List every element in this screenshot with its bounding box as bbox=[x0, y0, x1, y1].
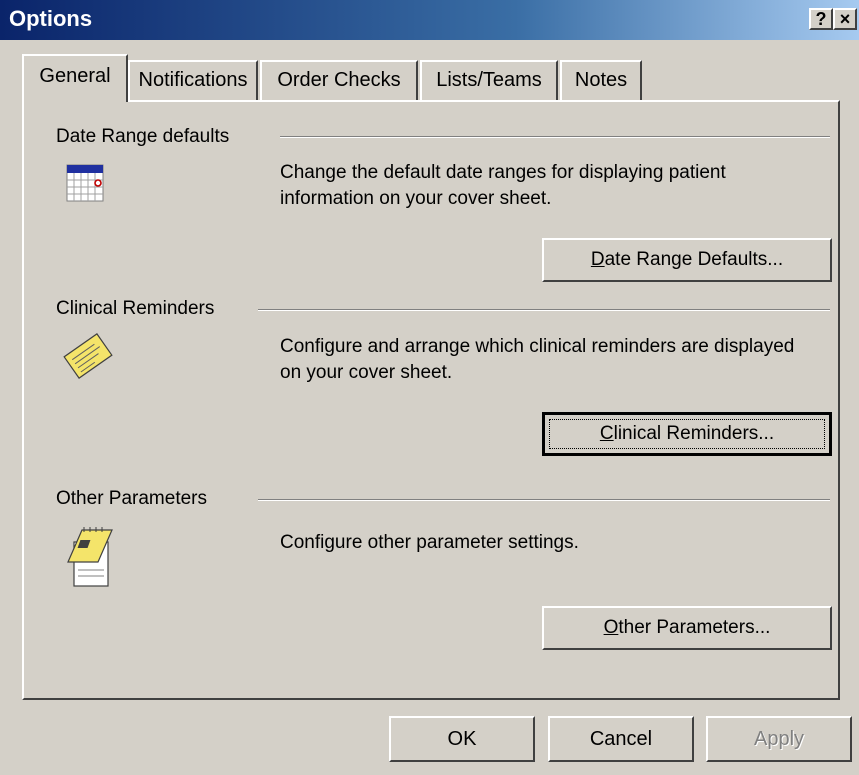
clinical-reminders-section-label: Clinical Reminders bbox=[56, 298, 215, 319]
title-bar[interactable]: Options ? × bbox=[0, 0, 859, 40]
ok-button[interactable]: OK bbox=[389, 716, 535, 762]
close-button[interactable]: × bbox=[833, 8, 857, 30]
tab-general[interactable]: General bbox=[22, 54, 128, 102]
help-button[interactable]: ? bbox=[809, 8, 833, 30]
other-parameters-section-label: Other Parameters bbox=[56, 488, 207, 509]
tab-lists-teams[interactable]: Lists/Teams bbox=[420, 60, 558, 100]
cancel-button[interactable]: Cancel bbox=[548, 716, 694, 762]
window-title: Options bbox=[9, 6, 93, 31]
section-divider bbox=[258, 309, 830, 311]
focus-rectangle bbox=[549, 419, 825, 449]
tab-order-checks[interactable]: Order Checks bbox=[260, 60, 418, 100]
date-range-section-label: Date Range defaults bbox=[56, 126, 230, 147]
button-label: ther Parameters... bbox=[618, 617, 771, 638]
access-key: D bbox=[590, 249, 605, 270]
apply-button[interactable]: Apply bbox=[706, 716, 852, 762]
other-parameters-description: Configure other parameter settings. bbox=[280, 532, 579, 553]
tab-notes[interactable]: Notes bbox=[560, 60, 642, 100]
section-divider bbox=[280, 136, 830, 138]
date-range-description: Change the default date ranges for displ… bbox=[280, 162, 726, 209]
access-key: O bbox=[603, 617, 619, 638]
options-dialog: Options ? × General Notifications Order … bbox=[0, 0, 859, 775]
section-divider bbox=[258, 499, 830, 501]
calendar-icon bbox=[66, 164, 106, 209]
clinical-reminders-button[interactable]: Clinical Reminders... bbox=[542, 412, 832, 456]
notepad-icon bbox=[60, 522, 120, 597]
clinical-reminders-description: Configure and arrange which clinical rem… bbox=[280, 336, 795, 383]
tab-notifications[interactable]: Notifications bbox=[128, 60, 258, 100]
other-parameters-button[interactable]: Other Parameters... bbox=[542, 606, 832, 650]
date-range-defaults-button[interactable]: Date Range Defaults... bbox=[542, 238, 832, 282]
reminder-note-icon bbox=[60, 328, 116, 389]
button-label: ate Range Defaults... bbox=[604, 249, 784, 270]
general-tab-panel: Date Range defaults Change the default d… bbox=[22, 100, 840, 700]
